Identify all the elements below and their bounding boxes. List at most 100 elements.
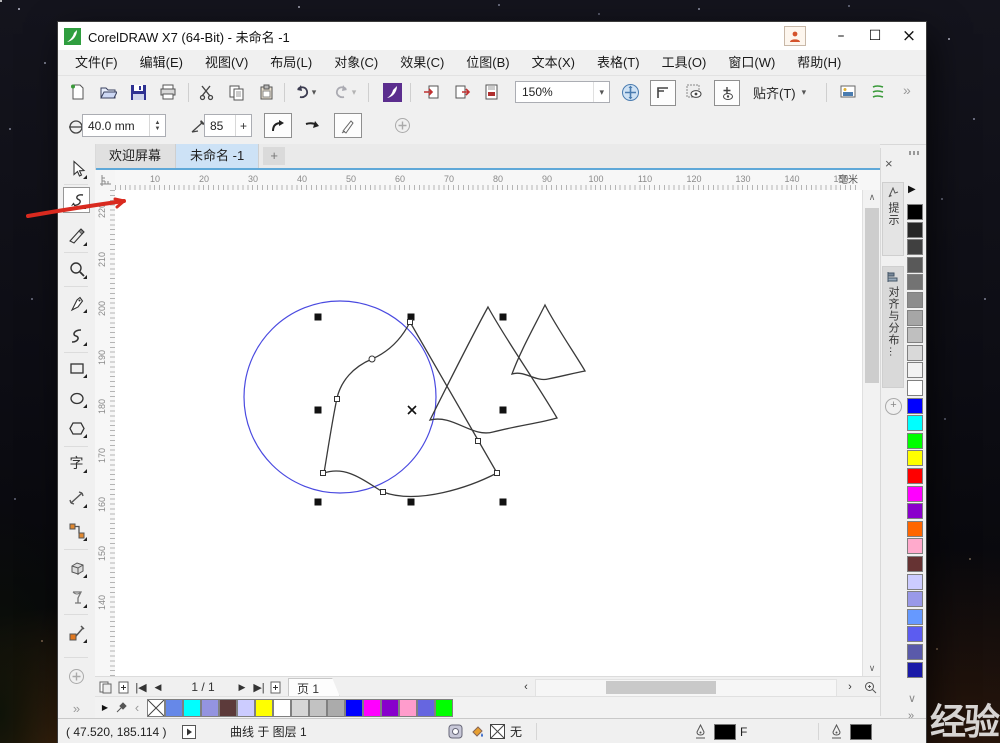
palette-color-swatch[interactable] (907, 538, 923, 554)
scroll-up-icon[interactable]: ∧ (863, 190, 881, 205)
next-page-icon[interactable]: ▶ (235, 677, 249, 697)
menu-item[interactable]: 窗口(W) (717, 50, 786, 75)
polygon-tool[interactable] (63, 415, 90, 441)
add-page-before-icon[interactable] (115, 677, 131, 697)
palette-color-swatch[interactable] (907, 468, 923, 484)
fill-color-swatch[interactable] (850, 719, 872, 743)
document-color-swatch[interactable] (291, 699, 309, 717)
palette-color-swatch[interactable] (907, 556, 923, 572)
copy-icon[interactable] (224, 80, 248, 104)
document-color-swatch[interactable] (273, 699, 291, 717)
application-launcher-icon[interactable] (380, 80, 404, 104)
palette-color-swatch[interactable] (907, 626, 923, 642)
minimize-button[interactable]: – (824, 22, 858, 50)
add-page-after-icon[interactable] (267, 677, 283, 697)
interactive-fill-tool[interactable] (63, 620, 90, 646)
smear-rate-stepper[interactable]: + (235, 115, 251, 136)
snap-settings-icon[interactable] (714, 80, 740, 106)
document-color-swatch[interactable] (237, 699, 255, 717)
parallel-dimension-tool[interactable] (63, 485, 90, 511)
new-document-icon[interactable] (66, 80, 90, 104)
palette-color-swatch[interactable] (907, 574, 923, 590)
docker-add-icon[interactable]: + (885, 398, 902, 415)
hscroll-right-icon[interactable]: › (843, 677, 857, 697)
quick-customize-property-icon[interactable] (388, 113, 416, 138)
status-play-icon[interactable] (182, 719, 196, 743)
palette-color-swatch[interactable] (907, 345, 923, 361)
palette-color-swatch[interactable] (907, 450, 923, 466)
connector-tool[interactable] (63, 518, 90, 544)
document-color-swatch[interactable] (435, 699, 453, 717)
canvas-horizontal-scrollbar[interactable] (535, 679, 837, 697)
palette-color-swatch[interactable] (907, 310, 923, 326)
palette-color-swatch[interactable] (907, 433, 923, 449)
page-sorter-icon[interactable] (97, 677, 113, 697)
horizontal-scroll-thumb[interactable] (606, 681, 716, 694)
tab-welcome-screen[interactable]: 欢迎屏幕 (95, 144, 176, 168)
palette-color-swatch[interactable] (907, 204, 923, 220)
docker-tab-hints[interactable]: 提示 (882, 182, 904, 256)
menu-item[interactable]: 文件(F) (64, 50, 129, 75)
palette-color-swatch[interactable] (907, 644, 923, 660)
text-tool[interactable]: 字 (63, 450, 90, 476)
status-fill-bucket-icon[interactable] (470, 719, 485, 743)
launch-dockers-icon[interactable] (866, 80, 890, 104)
show-page-border-icon[interactable] (650, 80, 676, 106)
menu-item[interactable]: 表格(T) (586, 50, 651, 75)
snap-to-dropdown[interactable]: 贴齐(T) ▾ (753, 80, 806, 104)
ellipse-tool[interactable] (63, 385, 90, 411)
transparency-tool[interactable] (63, 585, 90, 611)
page-tab[interactable]: 页 1 (288, 678, 340, 697)
zoom-level-combo[interactable]: 150% ▾ (515, 81, 610, 103)
menu-item[interactable]: 视图(V) (194, 50, 259, 75)
document-color-swatch[interactable] (417, 699, 435, 717)
palette-scroll-down-icon[interactable]: ∨ (908, 692, 916, 705)
palette-color-swatch[interactable] (907, 662, 923, 678)
document-color-swatch[interactable] (309, 699, 327, 717)
quick-customize-toolbox-icon[interactable] (63, 663, 90, 689)
rectangle-tool[interactable] (63, 355, 90, 381)
palette-color-swatch[interactable] (907, 380, 923, 396)
drawing-canvas[interactable] (115, 190, 862, 676)
hscroll-left-icon[interactable]: ‹ (519, 677, 533, 697)
crop-tool[interactable] (63, 223, 90, 249)
account-sign-in-icon[interactable] (784, 26, 806, 46)
document-color-swatch[interactable] (255, 699, 273, 717)
close-button[interactable]: × (892, 22, 926, 50)
palette-color-swatch[interactable] (907, 609, 923, 625)
tab-untitled-document[interactable]: 未命名 -1 (176, 144, 259, 168)
export-icon[interactable] (450, 80, 474, 104)
palette-color-swatch[interactable] (907, 486, 923, 502)
no-color-swatch[interactable] (147, 699, 165, 717)
nib-size-spinner[interactable]: ▲▼ (149, 115, 165, 136)
menu-item[interactable]: 效果(C) (389, 50, 455, 75)
palette-color-swatch[interactable] (907, 503, 923, 519)
menu-item[interactable]: 布局(L) (259, 50, 323, 75)
print-icon[interactable] (156, 80, 180, 104)
toolbar-overflow-icon[interactable]: » (903, 82, 911, 98)
docpalette-eyedropper-icon[interactable] (113, 697, 129, 717)
previous-page-icon[interactable]: ◀ (151, 677, 165, 697)
redo-dropdown-icon[interactable]: ▾ (348, 80, 360, 104)
document-color-swatch[interactable] (165, 699, 183, 717)
menu-item[interactable]: 文本(X) (521, 50, 586, 75)
drop-shadow-tool[interactable] (63, 555, 90, 581)
document-color-swatch[interactable] (381, 699, 399, 717)
vertical-scroll-thumb[interactable] (865, 208, 879, 383)
docpalette-flyout-icon[interactable]: ▶ (99, 697, 111, 717)
pen-pressure-button[interactable] (334, 113, 362, 138)
ruler-origin-icon[interactable] (95, 170, 116, 191)
first-page-icon[interactable]: |◀ (133, 677, 149, 697)
freehand-tool[interactable] (63, 290, 90, 316)
maximize-button[interactable]: ☐ (858, 22, 892, 50)
document-color-swatch[interactable] (327, 699, 345, 717)
undo-dropdown-icon[interactable]: ▾ (308, 80, 320, 104)
new-document-tab-button[interactable]: + (263, 147, 285, 165)
palette-drag-handle[interactable] (909, 151, 921, 155)
document-color-swatch[interactable] (363, 699, 381, 717)
smear-tool[interactable] (63, 187, 90, 213)
document-color-swatch[interactable] (183, 699, 201, 717)
palette-color-swatch[interactable] (907, 222, 923, 238)
menu-item[interactable]: 编辑(E) (129, 50, 194, 75)
canvas-vertical-scrollbar[interactable]: ∧ ∨ (862, 190, 881, 676)
